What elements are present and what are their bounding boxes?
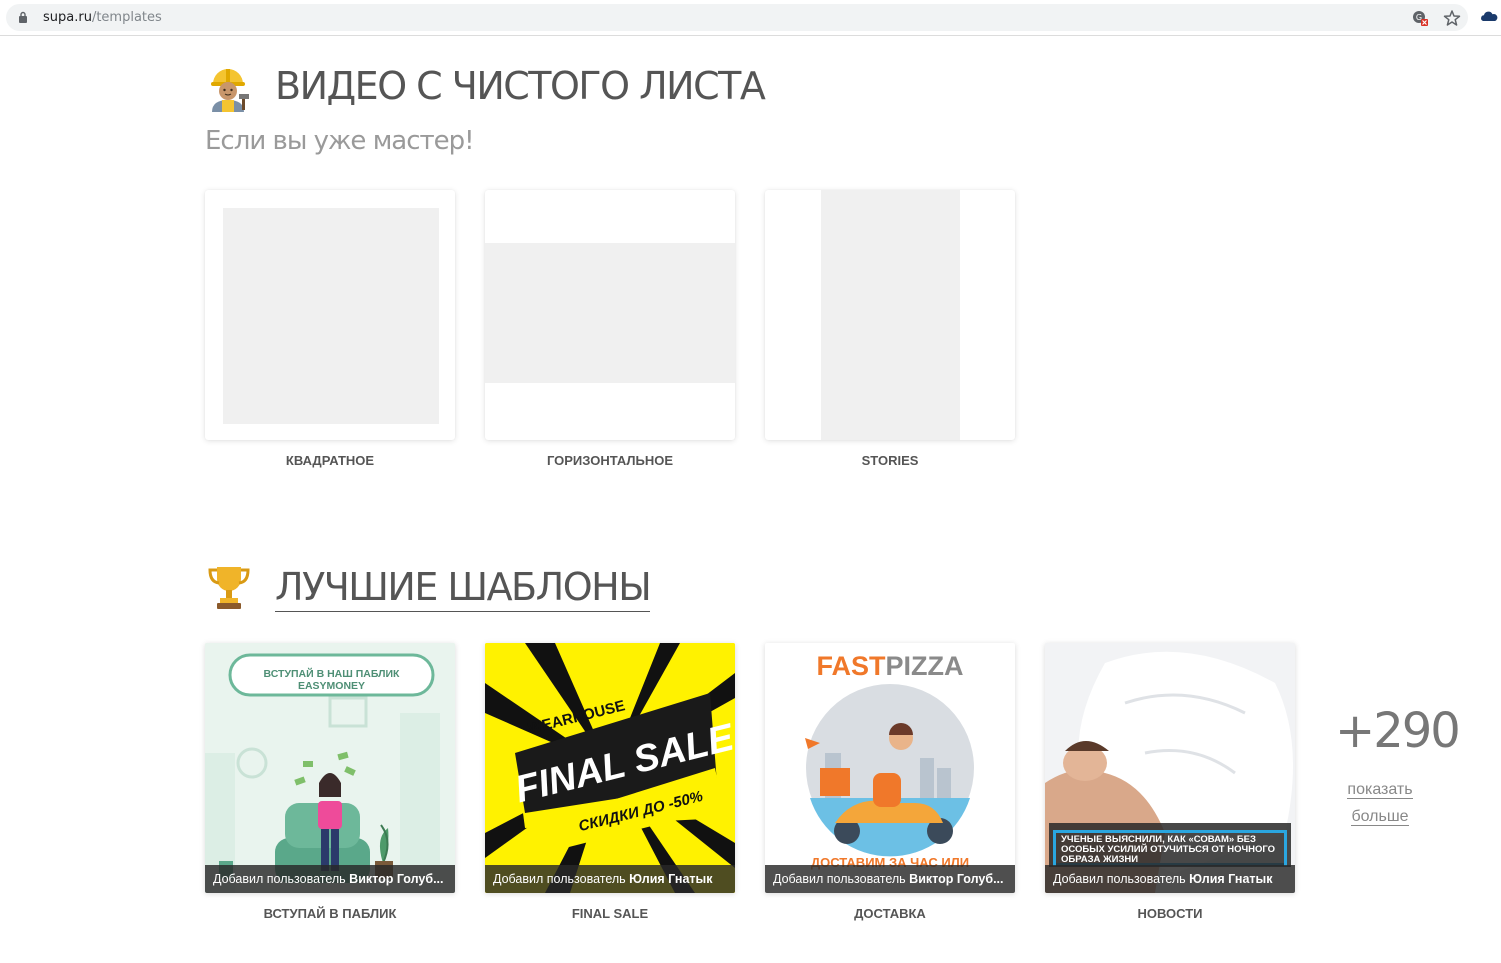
more-templates-count: +290 — [1335, 703, 1461, 759]
url-text[interactable]: supa.ru/templates — [43, 10, 162, 25]
format-label-stories[interactable]: STORIES — [765, 453, 1015, 468]
translate-blocked-icon[interactable]: G — [1411, 9, 1429, 27]
template-author: Добавил пользователь Юлия Гнатык — [485, 865, 735, 893]
extension-cloud-icon[interactable] — [1480, 9, 1498, 27]
template-author: Добавил пользователь Виктор Голуб... — [205, 865, 455, 893]
template-label-paablik[interactable]: ВСТУПАЙ В ПАБЛИК — [205, 906, 455, 921]
template-author: Добавил пользователь Виктор Голуб... — [765, 865, 1015, 893]
stories-preview — [821, 190, 960, 440]
template-card-delivery[interactable]: FASTPIZZA ДОСТАВИМ ЗА ЧАС ИЛИ Добавил по… — [765, 643, 1015, 893]
url-path: /templates — [91, 10, 162, 25]
trophy-icon — [208, 567, 250, 609]
best-section-title[interactable]: ЛУЧШИЕ ШАБЛОНЫ — [275, 565, 652, 612]
square-preview — [223, 208, 439, 424]
template-banner-text: ВСТУПАЙ В НАШ ПАБЛИК EASYMONEY — [263, 668, 400, 692]
template-label-final-sale[interactable]: FINAL SALE — [485, 906, 735, 921]
template-card-news[interactable]: УЧЕНЫЕ ВЫЯСНИЛИ, КАК «СОВАМ» БЕЗ ОСОБЫХ … — [1045, 643, 1295, 893]
show-more-link-2[interactable]: больше — [1335, 808, 1425, 826]
horizontal-preview — [485, 243, 735, 383]
template-card-paablik[interactable]: ВСТУПАЙ В НАШ ПАБЛИК EASYMONEY Добавил п… — [205, 643, 455, 893]
bookmark-star-icon[interactable] — [1443, 9, 1461, 27]
author-prefix: Добавил пользователь — [773, 872, 906, 886]
show-more-line1[interactable]: показать — [1347, 781, 1413, 799]
author-prefix: Добавил пользователь — [493, 872, 626, 886]
template-card-final-sale[interactable]: WEARHOUSE FINAL SALE СКИДКИ ДО -50% Доба… — [485, 643, 735, 893]
author-prefix: Добавил пользователь — [1053, 872, 1186, 886]
construction-worker-icon — [211, 69, 249, 112]
format-card-horizontal[interactable] — [485, 190, 735, 440]
show-more-link[interactable]: показать — [1335, 781, 1425, 799]
lock-icon — [19, 11, 27, 23]
browser-address-bar: supa.ru/templates G — [0, 0, 1501, 36]
template-label-news[interactable]: НОВОСТИ — [1045, 906, 1295, 921]
format-card-stories[interactable] — [765, 190, 1015, 440]
author-name[interactable]: Юлия Гнатык — [629, 872, 712, 886]
author-name[interactable]: Юлия Гнатык — [1189, 872, 1272, 886]
omnibox[interactable]: supa.ru/templates G — [6, 4, 1468, 31]
format-label-horizontal[interactable]: ГОРИЗОНТАЛЬНОЕ — [485, 453, 735, 468]
show-more-line2[interactable]: больше — [1351, 808, 1409, 826]
template-label-delivery[interactable]: ДОСТАВКА — [765, 906, 1015, 921]
url-host: supa.ru — [43, 10, 92, 25]
author-name[interactable]: Виктор Голуб... — [909, 872, 1003, 886]
template-author: Добавил пользователь Юлия Гнатык — [1045, 865, 1295, 893]
author-prefix: Добавил пользователь — [213, 872, 346, 886]
author-name[interactable]: Виктор Голуб... — [349, 872, 443, 886]
news-headline: УЧЕНЫЕ ВЫЯСНИЛИ, КАК «СОВАМ» БЕЗ ОСОБЫХ … — [1061, 834, 1276, 865]
blank-section-title: ВИДЕО С ЧИСТОГО ЛИСТА — [275, 64, 766, 108]
format-label-square[interactable]: КВАДРАТНОЕ — [205, 453, 455, 468]
format-card-square[interactable] — [205, 190, 455, 440]
blank-section-subtitle: Если вы уже мастер! — [205, 126, 475, 156]
